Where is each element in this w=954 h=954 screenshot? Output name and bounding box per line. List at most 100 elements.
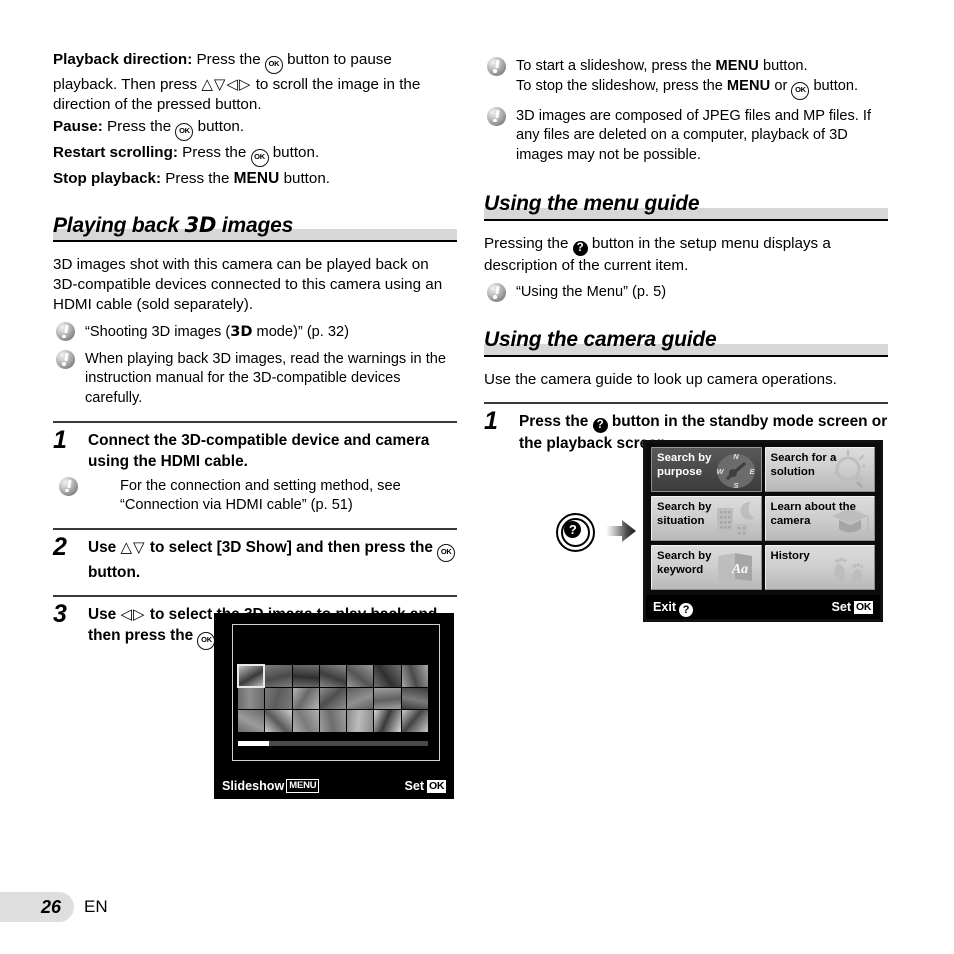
text: Use <box>88 538 121 556</box>
arrows-left-right-icon: ◁▷ <box>120 604 146 623</box>
thumbnail-item[interactable] <box>374 710 401 732</box>
note-3d-warnings: When playing back 3D images, read the wa… <box>53 349 457 409</box>
thumbnail-item[interactable] <box>265 665 292 687</box>
text: Press the <box>102 118 176 136</box>
thumbnail-item[interactable] <box>347 687 374 710</box>
note-3d-jpeg-mp-files: 3D images are composed of JPEG files and… <box>484 106 888 166</box>
exclamation-icon <box>59 476 78 499</box>
guide-tile-compass[interactable]: N E S W Search by purpose <box>651 447 762 492</box>
guide-tile-graduation-cap[interactable]: Learn about the camera <box>764 496 875 541</box>
guide-tile-label: Search by purpose <box>657 452 712 478</box>
ok-button-icon: OK <box>197 631 216 650</box>
text: Press the <box>519 412 593 430</box>
lcd-screen-camera-guide: N E S W Search by purpose Search for a soluti… <box>643 440 883 622</box>
guide-tile-grid: N E S W Search by purpose Search for a soluti… <box>651 447 875 590</box>
menu-badge: MENU <box>286 779 320 793</box>
question-button-icon: ? <box>572 240 588 256</box>
thumbnail-item[interactable] <box>238 687 265 710</box>
text: Pressing the <box>484 235 573 253</box>
ok-button-icon: OK <box>264 56 283 74</box>
thumbnail-scrollbar[interactable] <box>238 741 428 746</box>
ok-button-icon: OK <box>791 81 810 100</box>
restart-scrolling-label: Restart scrolling: <box>53 144 178 162</box>
note-text: “Shooting 3D images ( <box>85 324 231 341</box>
text: button. <box>279 170 331 188</box>
step-text: Connect the 3D-compatible device and cam… <box>88 431 430 470</box>
thumbnail-item[interactable] <box>319 665 347 687</box>
thumbnail-item[interactable] <box>292 710 319 732</box>
heading-text: Using the camera guide <box>484 327 717 351</box>
guide-tile-label: Search by situation <box>657 501 712 527</box>
stop-playback-label: Stop playback: <box>53 170 162 188</box>
thumbnail-item[interactable] <box>401 710 428 732</box>
question-button-icon: ? <box>679 603 694 617</box>
section-heading-camera-guide: Using the camera guide <box>484 327 888 357</box>
heading-rule <box>484 354 888 357</box>
step-2: 2 Use △▽ to select [3D Show] and then pr… <box>53 534 457 583</box>
note-using-the-menu: “Using the Menu” (p. 5) <box>484 283 888 303</box>
guide-tile-building-moon[interactable]: Search by situation <box>651 496 762 541</box>
question-button-large-icon: ? <box>556 513 595 552</box>
menu-guide-body: Pressing the ? button in the setup menu … <box>484 234 888 276</box>
ok-button-icon: OK <box>437 543 456 562</box>
exclamation-icon <box>487 283 506 305</box>
step-divider <box>53 527 457 530</box>
pause-paragraph: Pause: Press the OK button. <box>53 117 457 142</box>
set-label: Set <box>404 779 425 793</box>
note-text: When playing back 3D images, read the wa… <box>85 350 446 406</box>
heading-rule <box>484 219 888 222</box>
thumbnail-item[interactable] <box>265 710 292 732</box>
arrows-up-down-left-right-icon: △▽◁▷ <box>201 75 252 93</box>
exclamation-icon <box>56 322 75 344</box>
playing-back-3d-body: 3D images shot with this camera can be p… <box>53 255 443 314</box>
guide-tile-label: Search by keyword <box>657 550 712 576</box>
exclamation-icon <box>487 57 506 79</box>
guide-tile-lightbulb[interactable]: Search for a solution <box>764 447 875 492</box>
ok-button-icon: OK <box>175 123 194 142</box>
step-number: 1 <box>484 406 498 435</box>
thumbnail-item[interactable] <box>238 710 265 732</box>
playback-direction-label: Playback direction: <box>53 51 193 68</box>
language-code: EN <box>84 897 108 916</box>
note-text: “Using the Menu” (p. 5) <box>516 284 667 301</box>
manual-page: Playback direction: Press the OK button … <box>0 0 954 954</box>
guide-tile-book-aa[interactable]: Aa Search by keyword <box>651 545 762 590</box>
guide-tile-label: Learn about the camera <box>770 501 856 527</box>
restart-scrolling-paragraph: Restart scrolling: Press the OK button. <box>53 143 457 168</box>
thumbnail-item[interactable] <box>401 687 428 710</box>
guide-tile-footprints[interactable]: History <box>764 545 875 590</box>
thumbnail-item[interactable] <box>347 665 374 687</box>
thumbnail-item[interactable] <box>236 664 266 688</box>
thumbnail-item[interactable] <box>374 665 401 687</box>
camera-guide-body: Use the camera guide to look up camera o… <box>484 370 837 388</box>
thumbnail-item[interactable] <box>292 687 319 710</box>
thumbnail-item[interactable] <box>319 710 347 732</box>
thumbnail-grid <box>236 664 428 732</box>
thumbnail-item[interactable] <box>401 665 428 687</box>
thumbnail-item[interactable] <box>347 710 374 732</box>
note-text: button. <box>758 58 808 74</box>
thumbnail-item[interactable] <box>374 687 401 710</box>
ok-badge: OK <box>427 780 446 793</box>
left-column: Playback direction: Press the OK button … <box>53 50 457 660</box>
thumbnail-item[interactable] <box>292 665 319 687</box>
guide-bottom-bar: Exit? Set OK <box>646 595 880 619</box>
step-divider <box>484 401 888 404</box>
set-label: Set <box>831 600 852 614</box>
page-number-tab: 26 <box>0 892 74 922</box>
thumbnail-item[interactable] <box>319 687 347 710</box>
note-text: For the connection and setting method, s… <box>120 477 401 514</box>
ok-button-icon: OK <box>250 149 269 168</box>
set-hint: Set OK <box>831 595 873 619</box>
note-text: mode)” (p. 32) <box>252 324 349 341</box>
pause-label: Pause: <box>53 118 103 136</box>
text: button. <box>88 563 141 581</box>
exit-hint: Exit? <box>653 595 694 619</box>
thumbnail-item[interactable] <box>265 687 292 710</box>
exclamation-icon <box>487 106 506 129</box>
scrollbar-knob[interactable] <box>238 741 269 746</box>
arrows-up-down-icon: △▽ <box>120 537 146 556</box>
exclamation-icon <box>56 349 75 372</box>
section-heading-playing-back-3d: Playing back 3D images <box>53 212 457 242</box>
3d-glyph: 3D <box>230 323 253 341</box>
